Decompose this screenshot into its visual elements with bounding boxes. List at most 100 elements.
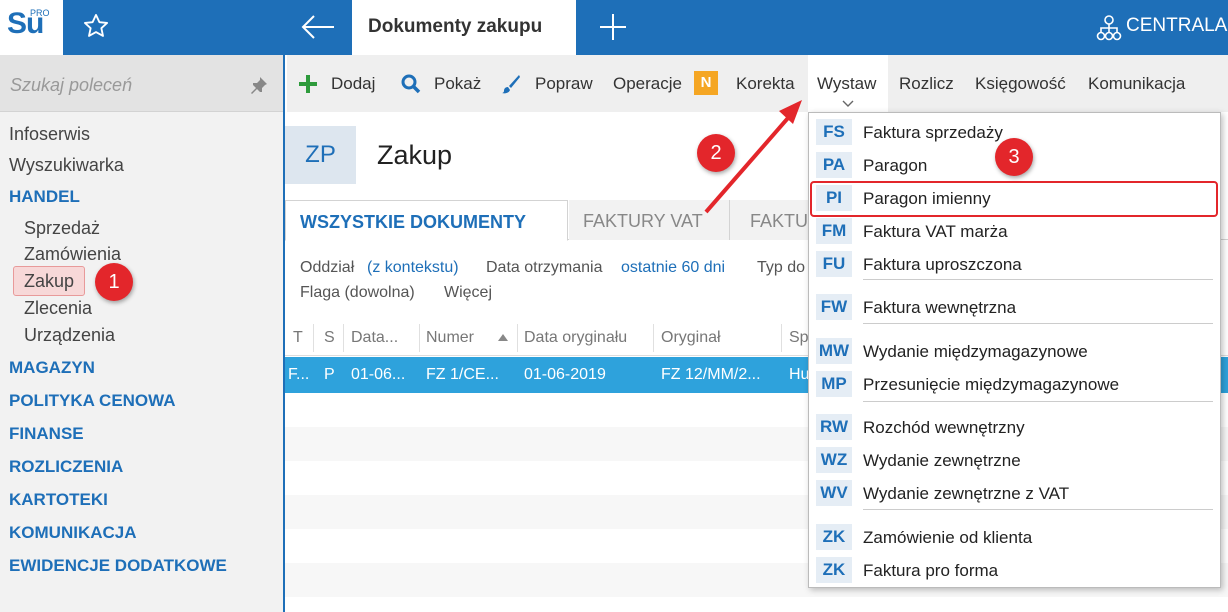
sidebar-item[interactable]: POLITYKA CENOWA — [9, 391, 176, 411]
menu-item-code: PA — [816, 152, 852, 178]
menu-item[interactable]: WV Wydanie zewnętrzne z VAT — [809, 478, 1220, 508]
brush-icon[interactable] — [501, 74, 521, 94]
col-header-sp[interactable]: Sp — [789, 329, 809, 347]
menu-item[interactable]: WZ Wydanie zewnętrzne — [809, 445, 1220, 475]
filter-data-value[interactable]: ostatnie 60 dni — [621, 259, 725, 277]
col-separator — [517, 324, 518, 352]
tab-dokumenty-zakupu[interactable]: Dokumenty zakupu — [352, 0, 576, 55]
popraw-button[interactable]: Popraw — [535, 74, 593, 94]
rozlicz-button[interactable]: Rozlicz — [899, 74, 954, 94]
cell-numer: FZ 1/CE... — [426, 366, 499, 383]
menu-item-code: FM — [816, 218, 852, 244]
sidebar-item[interactable]: Infoserwis — [9, 124, 90, 145]
col-header-numer[interactable]: Numer — [426, 329, 474, 347]
tab-faktury[interactable]: FAKTU — [729, 200, 809, 240]
back-arrow-icon[interactable] — [300, 12, 336, 42]
chevron-down-icon — [842, 100, 854, 107]
menu-item-label: Faktura uproszczona — [863, 255, 1022, 274]
app-logo[interactable]: Su PRO — [0, 0, 63, 55]
korekta-button[interactable]: Korekta — [736, 74, 795, 94]
menu-item-code: MP — [816, 371, 852, 397]
col-header-data-oryginalu[interactable]: Data oryginału — [524, 329, 627, 347]
annotation-step-2: 2 — [697, 134, 735, 172]
cell-sp: Hu — [789, 366, 810, 383]
menu-item[interactable]: ZK Zamówienie od klienta — [809, 522, 1220, 552]
col-separator — [419, 324, 420, 352]
sidebar-item[interactable]: Wyszukiwarka — [9, 155, 124, 176]
menu-item-label: Wydanie międzymagazynowe — [863, 342, 1088, 361]
menu-item-label: Faktura pro forma — [863, 561, 999, 580]
add-tab-icon[interactable] — [598, 12, 628, 42]
menu-item-code: FW — [816, 294, 852, 320]
menu-item[interactable]: MW Wydanie międzymagazynowe — [809, 336, 1220, 366]
pin-icon[interactable] — [250, 76, 268, 94]
filter-flaga[interactable]: Flaga (dowolna) — [300, 284, 415, 302]
menu-item-code: ZK — [816, 557, 852, 583]
annotation-highlight-box — [810, 181, 1218, 217]
menu-item-code: MW — [816, 338, 852, 364]
menu-item[interactable]: ZK Faktura pro forma — [809, 555, 1220, 585]
sidebar-item[interactable]: EWIDENCJE DODATKOWE — [9, 556, 227, 576]
wystaw-button[interactable]: Wystaw — [817, 74, 876, 94]
tab-faktury-vat[interactable]: FAKTURY VAT — [569, 200, 729, 240]
menu-item-code: ZK — [816, 524, 852, 550]
filter-oddzial-value[interactable]: (z kontekstu) — [367, 259, 459, 277]
menu-item-label: Wydanie zewnętrzne — [863, 451, 1021, 470]
magnifier-icon[interactable] — [401, 74, 421, 94]
sidebar-item[interactable]: Zakup — [24, 271, 74, 292]
col-header-oryginal[interactable]: Oryginał — [661, 329, 721, 347]
col-separator — [781, 324, 782, 352]
operacje-button[interactable]: Operacje — [613, 74, 682, 94]
menu-item-code: RW — [816, 414, 852, 440]
network-icon — [1096, 15, 1122, 41]
filter-wiecej[interactable]: Więcej — [444, 284, 492, 302]
cell-t: F... — [288, 366, 310, 383]
dodaj-button[interactable]: Dodaj — [331, 74, 375, 94]
sidebar-item[interactable]: Zlecenia — [24, 298, 92, 319]
sidebar-item[interactable]: Sprzedaż — [24, 218, 100, 239]
col-separator — [343, 324, 344, 352]
menu-item-label: Faktura wewnętrzna — [863, 298, 1017, 317]
col-header-data[interactable]: Data... — [351, 329, 398, 347]
menu-item-code: WV — [816, 480, 852, 506]
sidebar-item[interactable]: FINANSE — [9, 424, 84, 444]
menu-item[interactable]: FU Faktura uproszczona — [809, 249, 1220, 279]
sidebar-item[interactable]: HANDEL — [9, 187, 80, 207]
tab-label: FAKTU — [750, 211, 809, 231]
menu-item[interactable]: FW Faktura wewnętrzna — [809, 292, 1220, 322]
sidebar-item[interactable]: MAGAZYN — [9, 358, 95, 378]
sidebar-item[interactable]: KOMUNIKACJA — [9, 523, 137, 543]
col-separator — [313, 324, 314, 352]
menu-item-code: FS — [816, 119, 852, 145]
sidebar-item[interactable]: Zamówienia — [24, 244, 121, 265]
page-title: Zakup — [377, 140, 453, 170]
sidebar-item[interactable]: Urządzenia — [24, 325, 115, 346]
company-label[interactable]: CENTRALA — [1126, 15, 1227, 37]
menu-item-label: Paragon — [863, 156, 928, 175]
command-search[interactable]: Szukaj poleceń — [0, 55, 283, 112]
menu-item[interactable]: FM Faktura VAT marża — [809, 216, 1220, 246]
menu-item-label: Wydanie zewnętrzne z VAT — [863, 484, 1070, 503]
menu-separator — [863, 279, 1213, 280]
menu-separator — [863, 323, 1213, 324]
logo-sup: PRO — [30, 8, 50, 18]
star-icon[interactable] — [82, 12, 110, 40]
menu-separator — [863, 401, 1213, 402]
document-type-code: ZP — [285, 126, 356, 184]
top-bar: Su PRO Dokumenty zakupu CENTRALA — [0, 0, 1228, 55]
pokaz-button[interactable]: Pokaż — [434, 74, 481, 94]
menu-item-label: Faktura VAT marża — [863, 222, 1008, 241]
menu-item[interactable]: RW Rozchód wewnętrzny — [809, 412, 1220, 442]
ksiegowosc-button[interactable]: Księgowość — [975, 74, 1066, 94]
plus-icon[interactable] — [298, 74, 318, 94]
menu-separator — [863, 509, 1213, 510]
komunikacja-button[interactable]: Komunikacja — [1088, 74, 1185, 94]
menu-item[interactable]: MP Przesunięcie międzymagazynowe — [809, 369, 1220, 399]
col-header-t[interactable]: T — [293, 329, 303, 347]
sidebar-item[interactable]: ROZLICZENIA — [9, 457, 123, 477]
cell-data-oryginalu: 01-06-2019 — [524, 366, 606, 383]
col-header-s[interactable]: S — [324, 329, 335, 347]
tab-wszystkie-dokumenty[interactable]: WSZYSTKIE DOKUMENTY — [285, 200, 568, 241]
sidebar-item[interactable]: KARTOTEKI — [9, 490, 108, 510]
cell-oryginal: FZ 12/MM/2... — [661, 366, 761, 383]
